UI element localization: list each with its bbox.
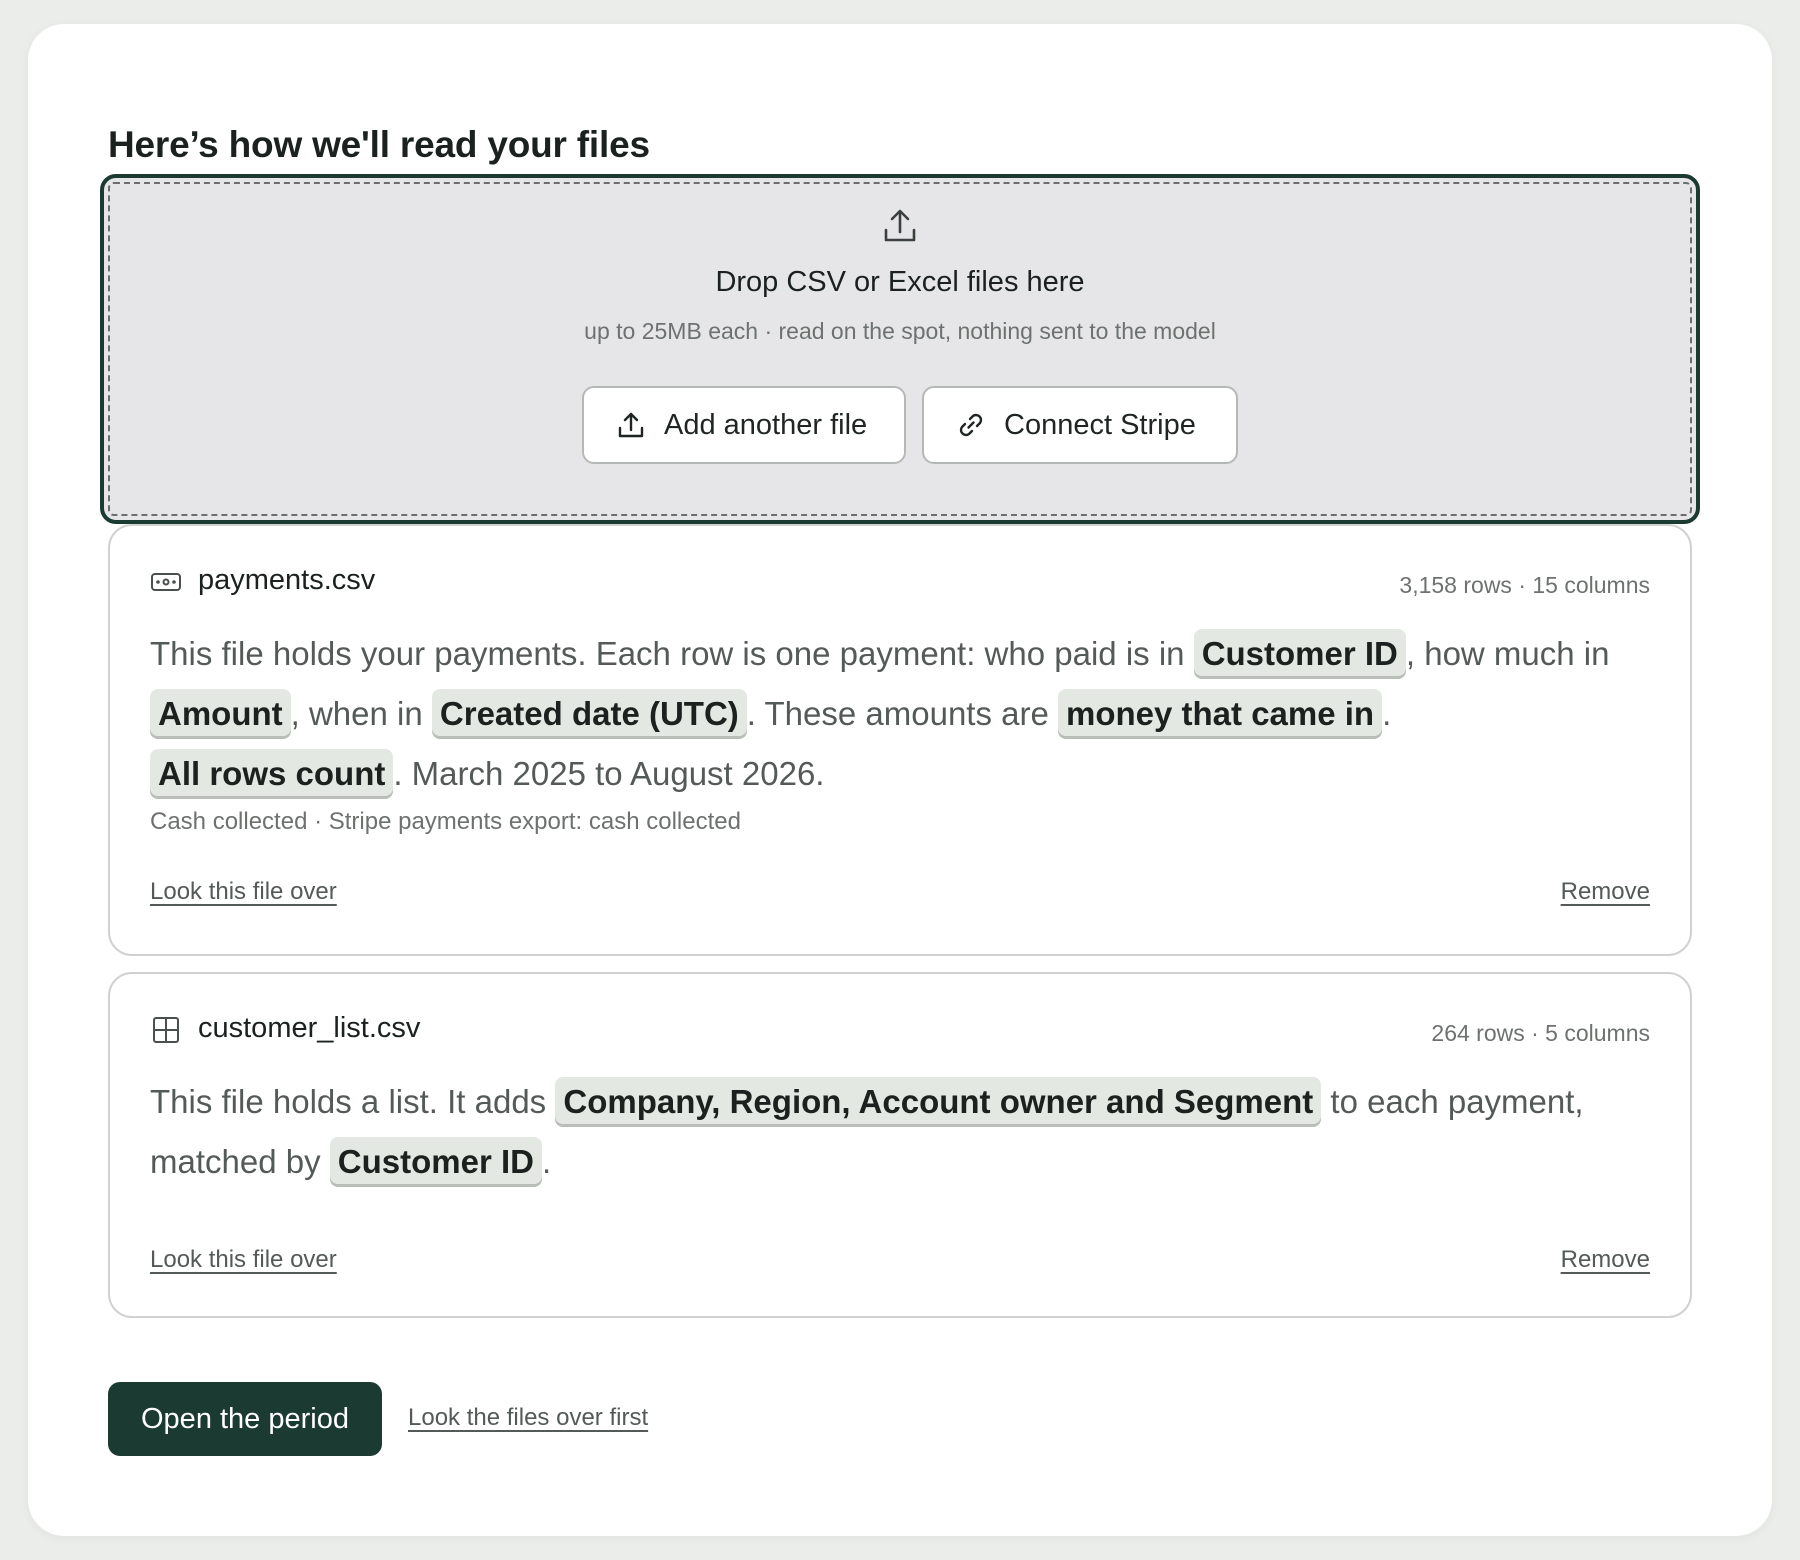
look-files-over-link[interactable]: Look the files over first [408,1404,648,1432]
page-title: Here’s how we'll read your files [108,124,650,165]
desc-text: . [541,1143,552,1180]
file-name: payments.csv [198,564,376,596]
file-note: Cash collected · Stripe payments export:… [150,808,741,835]
classification-chip: All rows count [150,749,394,799]
add-another-file-button[interactable]: Add another file [582,386,906,464]
upload-icon [884,209,916,242]
remove-file-link[interactable]: Remove [1561,878,1650,906]
connect-stripe-label: Connect Stripe [1004,408,1196,441]
desc-text: . March 2025 to August 2026. [393,755,825,792]
add-another-file-label: Add another file [664,408,868,441]
upload-icon [618,412,644,438]
open-period-button[interactable]: Open the period [108,1382,382,1456]
column-chip: Company, Region, Account owner and Segme… [555,1077,1322,1127]
desc-text: . [1382,695,1392,732]
column-chip: Created date (UTC) [431,689,747,739]
file-meta: 3,158 rows · 15 columns [1399,572,1650,598]
file-card-customer-list: customer_list.csv 264 rows · 5 columns T… [108,972,1692,1318]
desc-text: This file holds a list. It adds [150,1083,556,1120]
file-name: customer_list.csv [198,1012,421,1044]
table-icon [153,1017,179,1043]
dropzone-title: Drop CSV or Excel files here [715,266,1085,298]
classification-chip: money that came in [1058,689,1383,739]
file-card-payments: payments.csv 3,158 rows · 15 columns Thi… [108,524,1692,956]
desc-text: . These amounts are [746,695,1058,732]
remove-file-link[interactable]: Remove [1561,1246,1650,1274]
column-chip: Customer ID [329,1137,542,1187]
link-icon [959,413,983,437]
dropzone-subtitle: up to 25MB each · read on the spot, noth… [584,318,1216,344]
desc-text: , how much in [1405,635,1610,672]
file-description: This file holds your payments. Each row … [150,624,1610,804]
column-chip: Customer ID [1193,629,1406,679]
look-file-over-link[interactable]: Look this file over [150,1246,337,1274]
column-chip: Amount [150,689,291,739]
file-description: This file holds a list. It adds Company,… [150,1072,1610,1192]
desc-text: This file holds your payments. Each row … [150,635,1194,672]
file-meta: 264 rows · 5 columns [1431,1020,1650,1046]
money-icon [151,573,181,591]
file-dropzone[interactable]: Drop CSV or Excel files here up to 25MB … [100,174,1700,524]
desc-text: , when in [290,695,432,732]
look-file-over-link[interactable]: Look this file over [150,878,337,906]
connect-stripe-button[interactable]: Connect Stripe [922,386,1238,464]
main-card: Here’s how we'll read your files Drop CS… [28,24,1772,1536]
